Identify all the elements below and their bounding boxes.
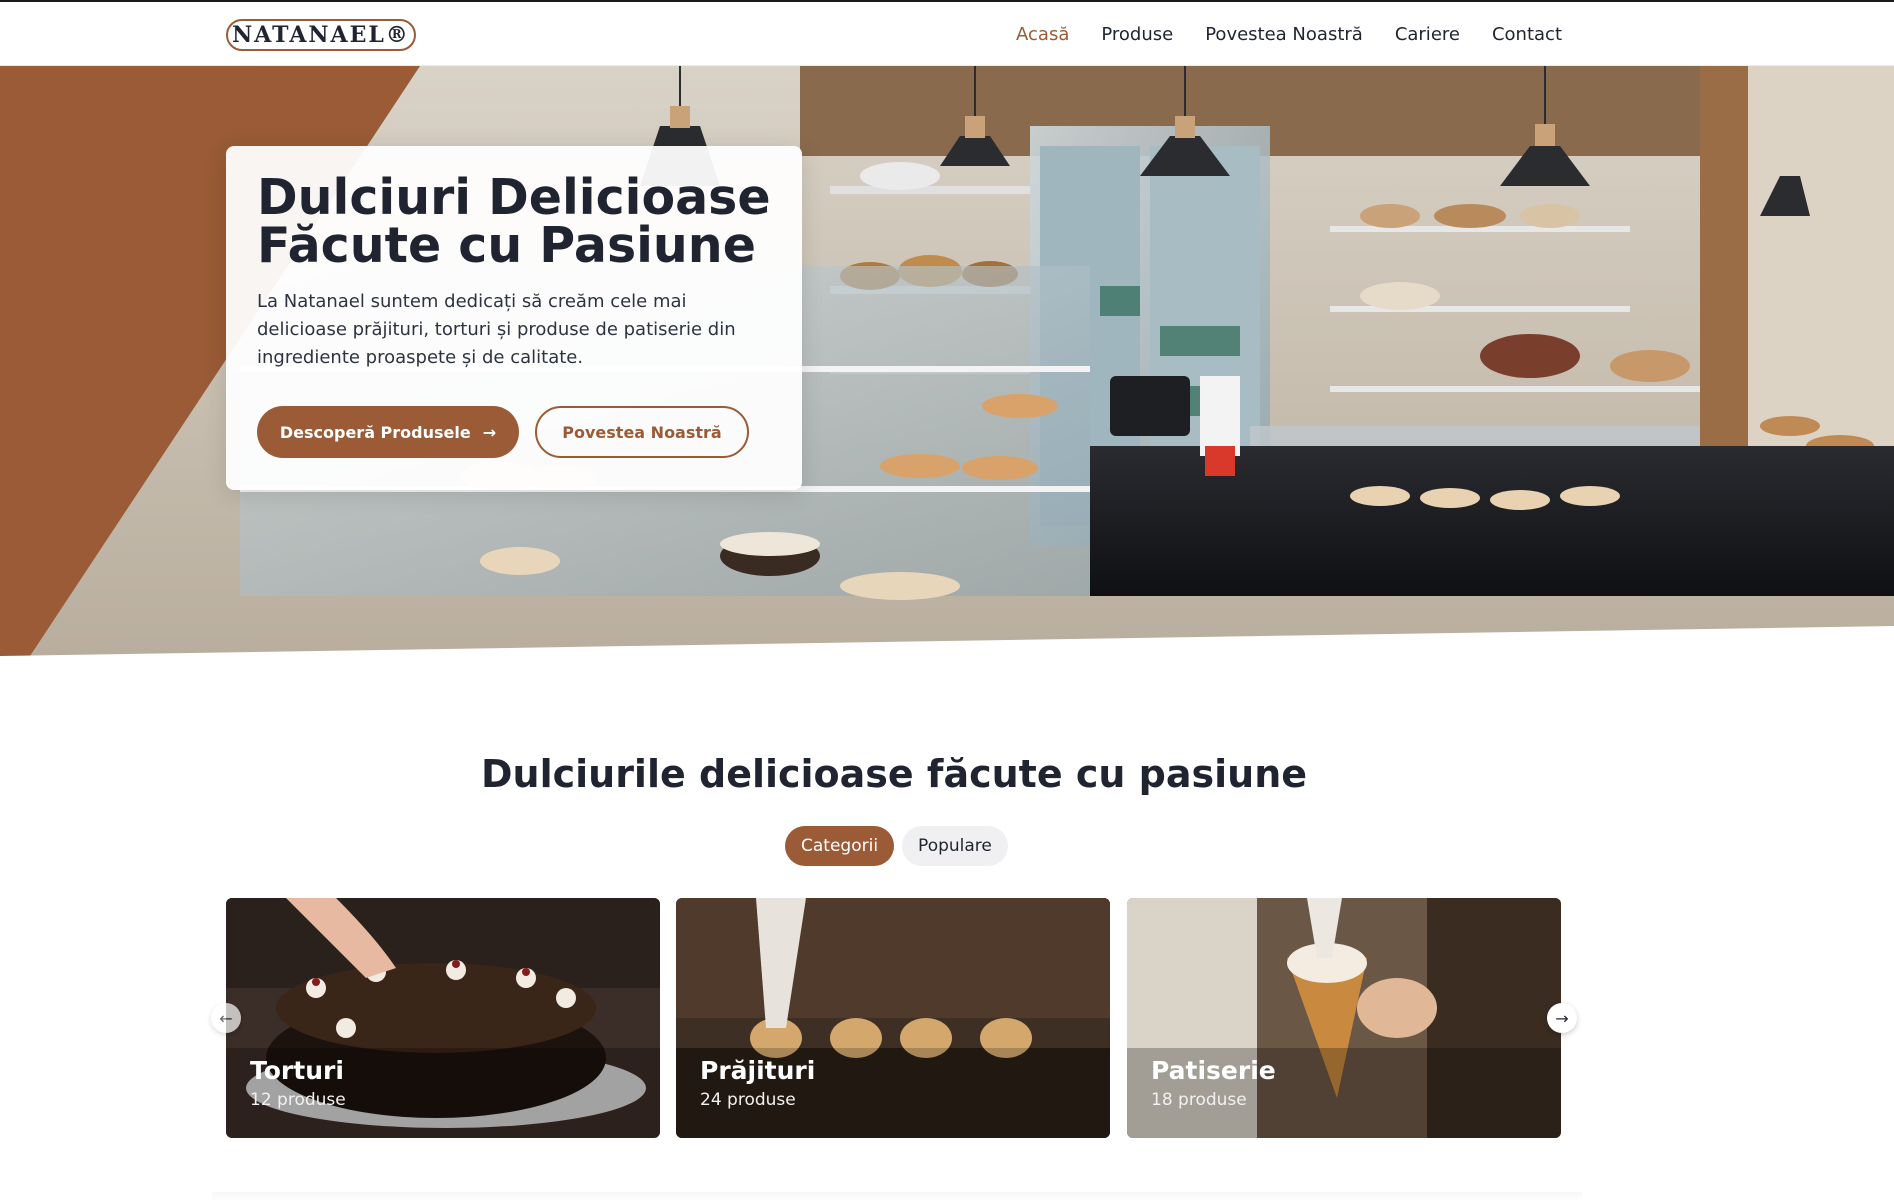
arrow-right-icon: → (482, 422, 497, 442)
card-title: Prăjituri (700, 1056, 816, 1085)
hero-description: La Natanael suntem dedicați să creăm cel… (257, 291, 736, 368)
discover-products-label: Descoperă Produsele (279, 422, 471, 442)
hero-title: Dulciuri Delicioase Făcute cu Pasiune (257, 169, 777, 274)
hero-card: Dulciuri Delicioase Făcute cu Pasiune La… (226, 146, 802, 490)
hero-section: Dulciuri Delicioase Făcute cu Pasiune La… (0, 66, 1894, 656)
navbar: NATANAEL® Acasă Produse Povestea Noastră… (0, 2, 1894, 66)
logo-text: NATANAEL® (232, 22, 410, 48)
category-card-prajituri[interactable]: Prăjituri 24 produse (676, 898, 1110, 1138)
our-story-button[interactable]: Povestea Noastră (535, 406, 749, 458)
chevron-right-icon: → (1555, 1008, 1569, 1028)
nav-item-cariere[interactable]: Cariere (1395, 24, 1460, 45)
tab-categorii[interactable]: Categorii (785, 826, 895, 866)
nav-item-acasa[interactable]: Acasă (1016, 24, 1069, 45)
category-card-torturi[interactable]: Torturi 12 produse (226, 898, 660, 1138)
section-title: Dulciurile delicioase făcute cu pasiune (480, 752, 1308, 796)
category-carousel: Torturi 12 produse Prăjituri 24 produse (226, 898, 1562, 1138)
main-nav: Acasă Produse Povestea Noastră Cariere C… (1016, 2, 1562, 66)
card-count: 12 produse (250, 1090, 346, 1110)
hero-title-line2: Făcute cu Pasiune (257, 217, 756, 274)
nav-item-contact[interactable]: Contact (1492, 24, 1562, 45)
section-bottom-edge (212, 1192, 1582, 1202)
discover-products-button[interactable]: Descoperă Produsele → (257, 406, 519, 458)
card-count: 24 produse (700, 1090, 796, 1110)
card-title: Patiserie (1151, 1056, 1276, 1085)
tab-populare[interactable]: Populare (902, 826, 1008, 866)
chevron-left-icon: ← (219, 1008, 233, 1028)
card-count: 18 produse (1151, 1090, 1247, 1110)
carousel-prev-button[interactable]: ← (211, 1003, 241, 1033)
hero-title-line1: Dulciuri Delicioase (257, 169, 771, 226)
carousel-next-button[interactable]: → (1547, 1003, 1577, 1033)
our-story-label: Povestea Noastră (562, 422, 722, 442)
category-card-patiserie[interactable]: Patiserie 18 produse (1127, 898, 1561, 1138)
nav-item-povestea[interactable]: Povestea Noastră (1205, 24, 1363, 45)
logo[interactable]: NATANAEL® (226, 19, 416, 51)
category-tabs: Categorii Populare (785, 826, 1008, 866)
nav-item-produse[interactable]: Produse (1101, 24, 1173, 45)
card-title: Torturi (250, 1056, 344, 1085)
